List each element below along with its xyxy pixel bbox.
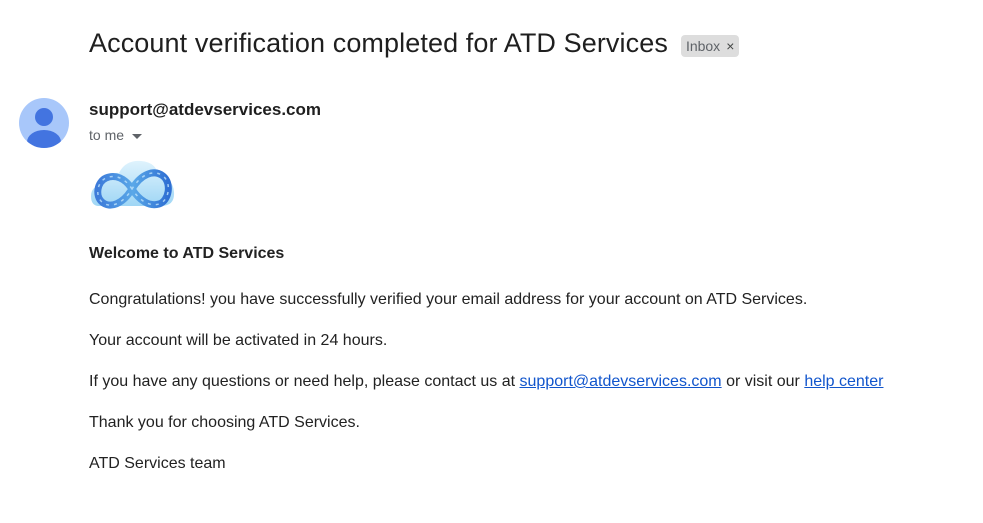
recipient-text: to me [89,127,125,143]
sender-avatar[interactable] [19,98,69,148]
support-email-link[interactable]: support@atdevservices.com [520,373,722,390]
cloud-infinity-logo [89,156,177,216]
body-paragraph-verified: Congratulations! you have successfully v… [89,291,808,308]
subject-row: Account verification completed for ATD S… [89,28,740,59]
welcome-heading: Welcome to ATD Services [89,245,285,262]
recipient-details-toggle[interactable]: to me [89,127,143,143]
email-subject: Account verification completed for ATD S… [89,28,668,58]
inbox-label-chip[interactable]: Inbox × [680,34,740,57]
label-text: Inbox [685,37,721,54]
help-text-prefix: If you have any questions or need help, … [89,373,520,390]
body-paragraph-activation: Your account will be activated in 24 hou… [89,332,388,349]
help-center-link[interactable]: help center [804,373,883,390]
remove-label-icon[interactable]: × [726,38,734,54]
email-view: Account verification completed for ATD S… [0,0,983,523]
email-signature: ATD Services team [89,455,226,472]
default-person-avatar-icon [19,98,69,148]
body-paragraph-thanks: Thank you for choosing ATD Services. [89,414,360,431]
help-text-middle: or visit our [721,373,805,390]
sender-address[interactable]: support@atdevservices.com [89,100,321,120]
body-paragraph-help: If you have any questions or need help, … [89,373,969,391]
email-body: Welcome to ATD Services Congratulations!… [89,245,969,473]
caret-down-icon [132,133,143,139]
